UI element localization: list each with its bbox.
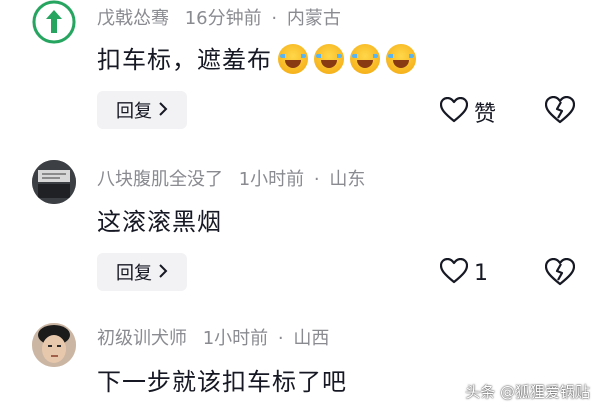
like-count: 1: [474, 260, 488, 286]
comment-meta: 初级训犬师 1小时前 · 山西: [97, 324, 329, 350]
reply-button[interactable]: 回复: [97, 253, 187, 291]
comment-location: 山东: [329, 169, 366, 190]
up-arrow-logo-icon: [32, 0, 76, 44]
chevron-right-icon: [158, 100, 168, 121]
laughing-crying-emoji-icon: [350, 44, 380, 74]
meta-separator: ·: [277, 328, 284, 349]
avatar[interactable]: [32, 323, 76, 367]
chevron-right-icon: [158, 262, 168, 283]
like-button[interactable]: 赞: [439, 96, 497, 128]
author-name[interactable]: 初级训犬师: [97, 328, 187, 349]
comment-location: 内蒙古: [286, 8, 341, 29]
broken-heart-icon: [544, 95, 576, 128]
broken-heart-icon: [544, 257, 576, 290]
laughing-crying-emoji-icon: [314, 44, 344, 74]
heart-icon: [439, 96, 469, 127]
avatar[interactable]: [32, 160, 76, 204]
comment-meta: 戊戟怂骞 16分钟前 · 内蒙古: [97, 4, 341, 30]
laughing-crying-emoji-icon: [278, 44, 308, 74]
meta-separator: ·: [313, 169, 320, 190]
reply-label: 回复: [116, 263, 152, 284]
reply-label: 回复: [116, 101, 152, 122]
laughing-crying-emoji-icon: [386, 44, 416, 74]
dislike-button[interactable]: [544, 95, 576, 128]
avatar[interactable]: [32, 0, 76, 44]
meta-separator: ·: [271, 8, 278, 29]
author-name[interactable]: 戊戟怂骞: [97, 8, 169, 29]
dislike-button[interactable]: [544, 257, 576, 290]
heart-icon: [439, 257, 469, 288]
comment-meta: 八块腹肌全没了 1小时前 · 山东: [97, 165, 365, 191]
reply-button[interactable]: 回复: [97, 91, 187, 129]
comment-text-content: 扣车标，遮羞布: [97, 46, 272, 74]
avatar-image-icon: [32, 160, 76, 204]
comment-time: 1小时前: [202, 328, 269, 349]
comment-text: 下一步就该扣车标了吧: [97, 368, 347, 396]
comment-text: 这滚滚黑烟: [97, 208, 222, 236]
comment-text: 扣车标，遮羞布: [97, 40, 416, 75]
comment-location: 山西: [293, 328, 330, 349]
author-name[interactable]: 八块腹肌全没了: [97, 169, 223, 190]
comment-time: 16分钟前: [184, 8, 262, 29]
like-label: 赞: [474, 102, 497, 127]
avatar-image-icon: [32, 323, 76, 367]
comment-time: 1小时前: [238, 169, 305, 190]
like-button[interactable]: 1: [439, 257, 488, 288]
watermark: 头条 @狐狸爱锅贴: [465, 383, 590, 401]
